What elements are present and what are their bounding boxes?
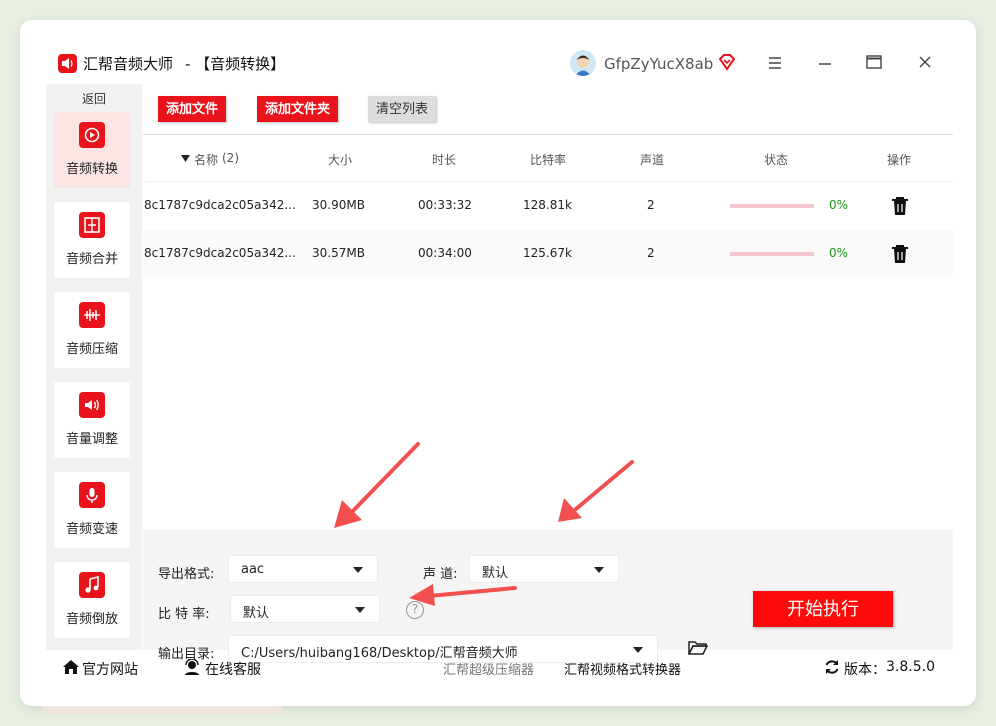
sidebar-item-volume[interactable]: 音量调整: [54, 382, 130, 458]
table-row[interactable]: 8c1787c9dca2c05a342... 30.57MB 00:34:00 …: [143, 230, 953, 276]
compressor-link[interactable]: 汇帮超级压缩器: [443, 659, 534, 678]
chevron-down-icon: [355, 607, 365, 613]
bitrate-value: 默认: [243, 606, 270, 621]
progress-bar: [730, 204, 814, 208]
microphone-icon: [79, 482, 105, 508]
app-logo-icon: [58, 54, 77, 73]
menu-icon[interactable]: [768, 57, 782, 73]
official-website-link[interactable]: 官方网站: [82, 659, 138, 679]
online-service-link[interactable]: 在线客服: [205, 659, 261, 679]
annotation-arrow: [334, 442, 420, 528]
chevron-down-icon: [594, 567, 604, 573]
user-name[interactable]: GfpZyYucX8ab: [604, 54, 713, 74]
column-header-bitrate[interactable]: 比特率: [530, 151, 566, 168]
table-row[interactable]: 8c1787c9dca2c05a342... 30.90MB 00:33:32 …: [143, 182, 953, 228]
back-button[interactable]: 返回: [46, 90, 142, 107]
sidebar-item-label: 音频合并: [65, 252, 118, 267]
sidebar-item-audio-compress[interactable]: 音频压缩: [54, 292, 130, 368]
maximize-icon[interactable]: [866, 55, 882, 73]
refresh-icon[interactable]: [824, 659, 840, 679]
file-bitrate: 128.81k: [523, 198, 572, 212]
format-value: aac: [241, 562, 265, 577]
version-number: 3.8.5.0: [886, 659, 935, 675]
music-note-icon: [79, 572, 105, 598]
window-shadow: [42, 706, 282, 714]
sidebar-item-audio-merge[interactable]: 音频合并: [54, 202, 130, 278]
window-title: - 【音频转换】: [185, 55, 286, 73]
avatar[interactable]: [570, 50, 596, 76]
file-bitrate: 125.67k: [523, 246, 572, 260]
bitrate-label: 比 特 率:: [158, 607, 210, 622]
column-header-channels[interactable]: 声道: [640, 151, 664, 168]
file-name: 8c1787c9dca2c05a342...: [144, 198, 296, 212]
toolbar: 添加文件 添加文件夹 清空列表: [143, 84, 953, 134]
footer: 官方网站 在线客服 汇帮超级压缩器 汇帮视频格式转换器 版本： 3.8.5.0: [46, 650, 953, 684]
sidebar-item-label: 音频压缩: [65, 342, 118, 357]
column-header-duration[interactable]: 时长: [432, 151, 456, 168]
column-header-count: (2): [222, 151, 239, 165]
format-select[interactable]: aac: [228, 555, 378, 583]
sidebar-item-audio-reverse[interactable]: 音频倒放: [54, 562, 130, 638]
sidebar: 返回 音频转换 音频合并 音频压缩 音量调整 音频变速 音频倒放: [46, 84, 142, 650]
progress-percent: 0%: [829, 246, 849, 260]
sidebar-item-audio-convert[interactable]: 音频转换: [54, 112, 130, 188]
audio-compress-icon: [79, 302, 105, 328]
file-name: 8c1787c9dca2c05a342...: [144, 246, 296, 260]
start-button[interactable]: 开始执行: [753, 591, 893, 627]
audio-merge-icon: [79, 212, 105, 238]
sidebar-item-label: 音频转换: [65, 162, 118, 177]
annotation-arrow: [409, 584, 517, 606]
delete-icon[interactable]: [891, 196, 909, 220]
progress-bar: [730, 252, 814, 256]
file-size: 30.90MB: [312, 198, 365, 212]
chevron-down-icon: [353, 567, 363, 573]
file-channels: 2: [647, 198, 655, 212]
column-header-status: 状态: [764, 153, 789, 167]
annotation-arrow: [558, 460, 634, 522]
minimize-icon[interactable]: [818, 57, 832, 73]
file-channels: 2: [647, 246, 655, 260]
progress-percent: 0%: [829, 198, 849, 212]
settings-panel: 导出格式: aac 声 道: 默认 比 特 率: 默认 ? 开始执行 输出目录:…: [143, 530, 953, 663]
video-converter-link[interactable]: 汇帮视频格式转换器: [564, 659, 681, 678]
format-label: 导出格式:: [158, 567, 215, 582]
column-header-size[interactable]: 大小: [328, 151, 352, 168]
file-duration: 00:34:00: [418, 246, 472, 260]
customer-service-icon[interactable]: [183, 658, 201, 679]
sidebar-item-label: 音量调整: [65, 432, 118, 447]
column-header-action: 操作: [887, 153, 912, 167]
add-folder-button[interactable]: 添加文件夹: [257, 96, 339, 122]
sidebar-item-label: 音频倒放: [65, 612, 118, 627]
file-duration: 00:33:32: [418, 198, 472, 212]
file-size: 30.57MB: [312, 246, 365, 260]
delete-icon[interactable]: [891, 244, 909, 268]
vip-diamond-icon[interactable]: [718, 53, 736, 75]
sidebar-item-audio-speed[interactable]: 音频变速: [54, 472, 130, 548]
add-file-button[interactable]: 添加文件: [158, 96, 227, 122]
sidebar-item-label: 音频变速: [65, 522, 118, 537]
bitrate-select[interactable]: 默认: [230, 595, 380, 623]
version-label: 版本：: [844, 662, 886, 678]
title-bar: 汇帮音频大师 - 【音频转换】 GfpZyYucX8ab: [20, 20, 976, 84]
sort-caret-icon[interactable]: [181, 151, 190, 165]
file-table: 名称 (2) 大小 时长 比特率 声道 状态 操作 8c1787c9dca2c0…: [143, 134, 953, 530]
volume-icon: [79, 392, 105, 418]
audio-convert-icon: [79, 122, 105, 148]
home-icon[interactable]: [62, 659, 80, 679]
close-icon[interactable]: [919, 56, 931, 72]
column-header-name[interactable]: 名称: [194, 151, 218, 168]
clear-list-button[interactable]: 清空列表: [368, 96, 437, 122]
app-name: 汇帮音频大师: [83, 55, 174, 73]
